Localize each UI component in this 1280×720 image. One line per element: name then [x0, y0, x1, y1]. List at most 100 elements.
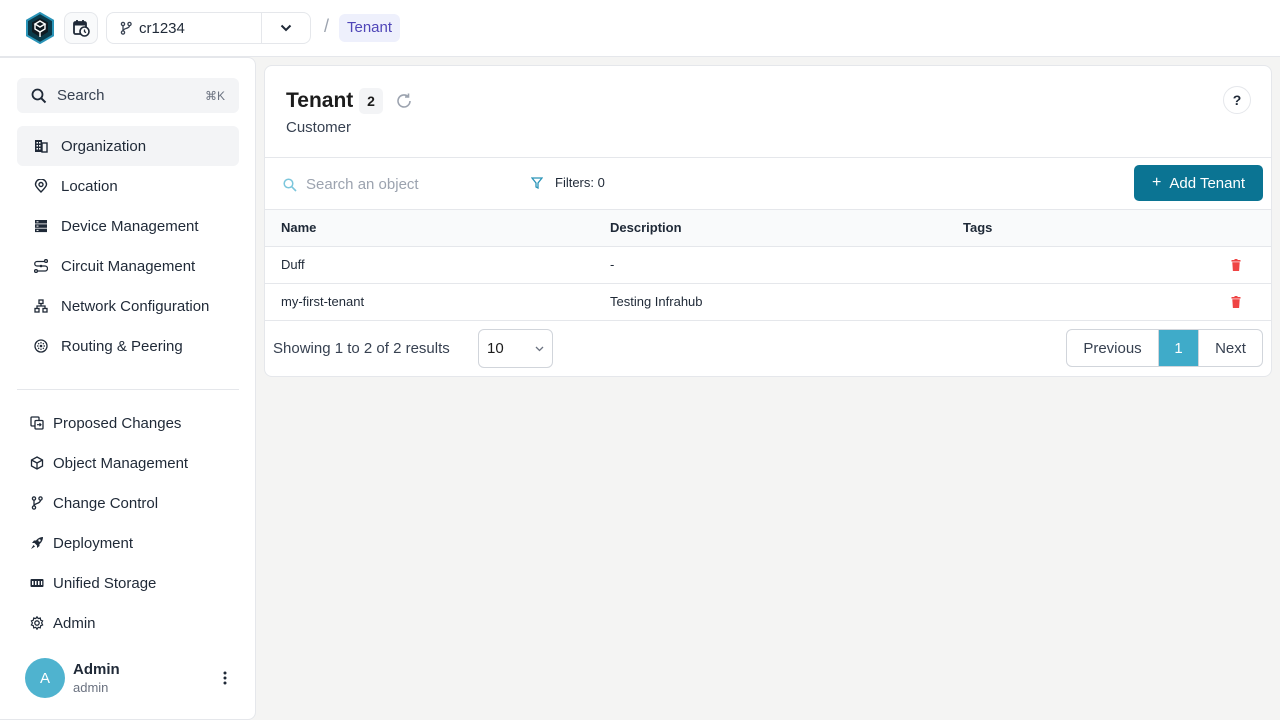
plus-icon: + — [1152, 174, 1162, 191]
table-header-row: Name Description Tags — [265, 210, 1271, 246]
objects-table: Name Description Tags Duff - my-first-te… — [265, 210, 1271, 321]
sidebar-search-label: Search — [57, 87, 105, 104]
route-icon — [33, 258, 49, 274]
sidebar-item-label: Routing & Peering — [61, 337, 183, 355]
branch-selector[interactable]: cr1234 — [106, 12, 311, 44]
sidebar-item-label: Device Management — [61, 217, 199, 235]
server-icon — [33, 218, 49, 234]
sidebar-item-network-configuration[interactable]: Network Configuration — [17, 286, 239, 326]
filters-label: Filters: 0 — [555, 175, 605, 190]
delete-button[interactable] — [1231, 246, 1271, 283]
pagination: Previous 1 Next — [1066, 329, 1263, 367]
sidebar-item-label: Location — [61, 177, 118, 195]
page-size-select[interactable]: 10 — [478, 329, 553, 368]
map-pin-icon — [33, 178, 49, 194]
sidebar: Search ⌘K Organization Location Device M… — [0, 57, 256, 720]
page-title: Tenant — [286, 89, 354, 112]
sidebar-item-deployment[interactable]: Deployment — [17, 523, 239, 563]
sidebar-item-label: Circuit Management — [61, 257, 196, 275]
user-profile[interactable]: A Admin admin — [25, 658, 235, 698]
filters-button[interactable]: Filters: 0 — [531, 175, 605, 190]
cell-name[interactable]: Duff — [265, 246, 610, 283]
branch-selector-value[interactable]: cr1234 — [107, 13, 262, 43]
sidebar-item-label: Change Control — [53, 494, 159, 512]
refresh-icon[interactable] — [395, 92, 413, 110]
sidebar-item-label: Organization — [61, 137, 147, 155]
rocket-icon — [29, 535, 45, 551]
chevron-down-icon — [280, 24, 292, 32]
sidebar-item-label: Admin — [53, 614, 96, 632]
sidebar-item-routing-peering[interactable]: Routing & Peering — [17, 326, 239, 366]
building-icon — [33, 138, 49, 154]
column-header-actions — [1231, 210, 1271, 246]
search-icon — [283, 177, 297, 192]
table-row[interactable]: Duff - — [265, 246, 1271, 283]
list-toolbar: Filters: 0 + Add Tenant — [265, 158, 1271, 210]
top-bar: cr1234 / Tenant — [0, 0, 1280, 57]
pagination-info: Showing 1 to 2 of 2 results — [273, 340, 450, 357]
calendar-clock-icon — [72, 19, 90, 37]
sidebar-item-admin[interactable]: Admin — [17, 603, 239, 643]
more-vertical-icon — [223, 671, 227, 685]
sidebar-item-label: Deployment — [53, 534, 134, 552]
cell-name[interactable]: my-first-tenant — [265, 283, 610, 320]
user-username: admin — [73, 680, 109, 695]
user-display-name: Admin — [73, 661, 120, 678]
sidebar-item-unified-storage[interactable]: Unified Storage — [17, 563, 239, 603]
primary-nav: Organization Location Device Management … — [17, 126, 239, 366]
page-button-current[interactable]: 1 — [1159, 330, 1198, 366]
git-branch-icon — [29, 495, 45, 511]
cell-description: Testing Infrahub — [610, 294, 703, 309]
sidebar-item-label: Proposed Changes — [53, 414, 182, 432]
cube-icon — [29, 455, 45, 471]
sidebar-item-location[interactable]: Location — [17, 166, 239, 206]
secondary-nav: Proposed Changes Object Management Chang… — [17, 403, 239, 643]
branch-dropdown-toggle[interactable] — [262, 13, 310, 43]
cell-description: - — [610, 257, 615, 272]
delete-button[interactable] — [1231, 283, 1271, 320]
column-header-description[interactable]: Description — [610, 210, 963, 246]
column-header-name[interactable]: Name — [265, 210, 610, 246]
cell-tags — [963, 283, 1231, 320]
avatar[interactable]: A — [25, 658, 65, 698]
column-header-tags[interactable]: Tags — [963, 210, 1231, 246]
branch-history-button[interactable] — [64, 12, 98, 44]
sidebar-item-device-management[interactable]: Device Management — [17, 206, 239, 246]
sidebar-search-button[interactable]: Search ⌘K — [17, 78, 239, 113]
object-count-badge: 2 — [359, 88, 383, 114]
breadcrumb-separator: / — [324, 16, 330, 36]
page-subtitle: Customer — [286, 119, 352, 136]
sidebar-item-organization[interactable]: Organization — [17, 126, 239, 166]
breadcrumb-tenant[interactable]: Tenant — [339, 14, 401, 42]
network-icon — [33, 298, 49, 314]
sidebar-item-object-management[interactable]: Object Management — [17, 443, 239, 483]
next-page-button[interactable]: Next — [1198, 330, 1262, 366]
page-size-value: 10 — [487, 340, 504, 357]
object-list-card: Tenant 2 Customer ? Filters: 0 + Add Ten… — [264, 65, 1272, 377]
card-header: Tenant 2 Customer ? — [265, 66, 1271, 158]
cell-tags — [963, 246, 1231, 283]
previous-page-button[interactable]: Previous — [1067, 330, 1159, 366]
trash-icon — [1231, 295, 1271, 308]
git-branch-icon — [120, 21, 132, 35]
chevron-down-icon — [535, 346, 544, 352]
add-tenant-label: Add Tenant — [1169, 174, 1245, 192]
gear-icon — [29, 615, 45, 631]
sidebar-divider — [17, 389, 239, 390]
user-menu-button[interactable] — [215, 666, 235, 690]
sidebar-item-label: Network Configuration — [61, 297, 210, 315]
infrahub-logo-icon[interactable] — [25, 12, 55, 44]
add-tenant-button[interactable]: + Add Tenant — [1134, 165, 1263, 201]
table-row[interactable]: my-first-tenant Testing Infrahub — [265, 283, 1271, 320]
routing-icon — [33, 338, 49, 354]
sidebar-item-circuit-management[interactable]: Circuit Management — [17, 246, 239, 286]
trash-icon — [1231, 258, 1271, 271]
sidebar-item-label: Unified Storage — [53, 574, 157, 592]
sidebar-item-change-control[interactable]: Change Control — [17, 483, 239, 523]
search-icon — [31, 88, 47, 104]
object-search — [283, 176, 516, 193]
sidebar-item-proposed-changes[interactable]: Proposed Changes — [17, 403, 239, 443]
sidebar-item-label: Object Management — [53, 454, 189, 472]
help-button[interactable]: ? — [1223, 86, 1251, 114]
object-search-input[interactable] — [306, 176, 516, 193]
